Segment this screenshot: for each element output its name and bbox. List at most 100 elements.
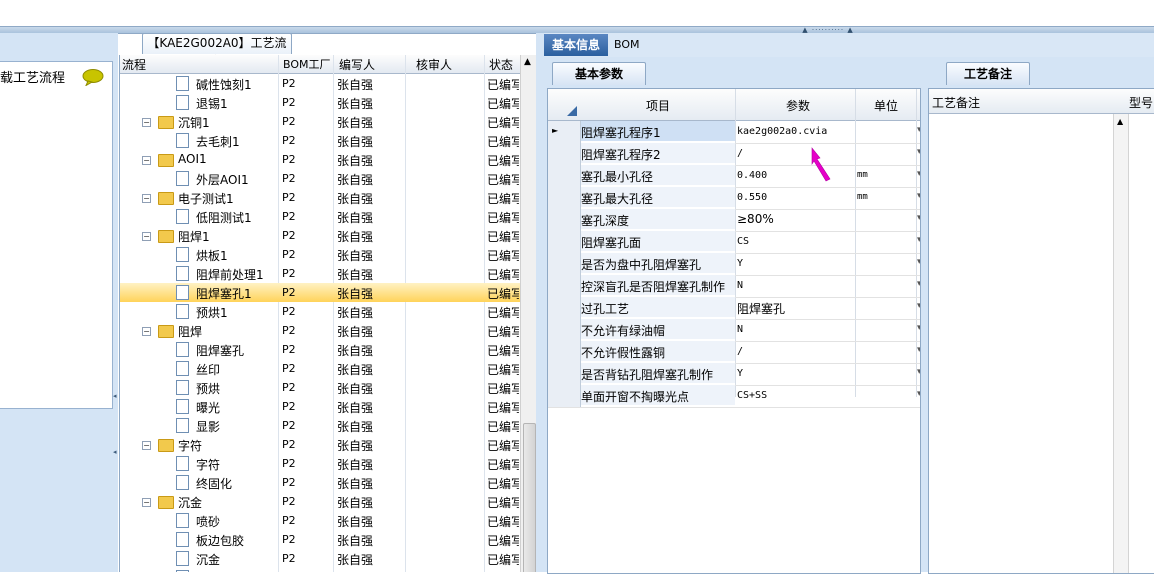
tree-row[interactable]: 水洗烘干P2张自强已编写 [120, 568, 520, 572]
scroll-thumb[interactable] [523, 423, 536, 572]
row-header[interactable] [548, 187, 581, 209]
col-header-unit[interactable]: 单位 [874, 97, 898, 114]
tree-node-label[interactable]: 曝光 [196, 399, 220, 416]
tree-node-label[interactable]: 阻焊1 [178, 228, 210, 245]
tree-row[interactable]: − AOI1 P2 张自强 已编写 [120, 150, 520, 169]
params-row[interactable]: 是否为盘中孔阻焊塞孔Y ▾ [548, 253, 920, 276]
tree-node-label[interactable]: 预烘1 [196, 304, 228, 321]
collapse-toggle-icon[interactable]: − [142, 115, 151, 129]
row-header[interactable] [548, 209, 581, 231]
tree-row[interactable]: 预烘 P2 张自强 已编写 [120, 378, 520, 397]
row-header[interactable] [548, 165, 581, 187]
scroll-up-icon[interactable]: ▲ [1117, 117, 1123, 126]
chevron-down-icon[interactable]: ▾ [917, 213, 920, 223]
value-cell[interactable]: Y [737, 368, 743, 379]
tree-row[interactable]: − 沉铜1 P2 张自强 已编写 [120, 112, 520, 131]
value-cell[interactable]: 0.550 [737, 192, 767, 203]
chevron-down-icon[interactable]: ▾ [917, 389, 920, 399]
tree-node-label[interactable]: 沉金 [178, 494, 202, 511]
chevron-down-icon[interactable]: ▾ [917, 367, 920, 377]
unit-cell[interactable]: mm [857, 192, 868, 202]
params-row[interactable]: 阻焊塞孔程序2/ ▾ [548, 143, 920, 166]
tree-node-label[interactable]: 沉铜1 [178, 114, 210, 131]
value-cell[interactable]: N [737, 280, 743, 291]
tab-bom[interactable]: BOM [614, 34, 654, 56]
params-row[interactable]: 不允许有绿油帽N ▾ [548, 319, 920, 342]
row-header[interactable] [548, 341, 581, 363]
col-header-bom[interactable]: BOM工厂 [283, 56, 331, 72]
tree-row[interactable]: 去毛刺1 P2 张自强 已编写 [120, 131, 520, 150]
collapse-toggle-icon[interactable]: − [142, 324, 151, 338]
chevron-down-icon[interactable]: ▾ [917, 147, 920, 157]
tree-row[interactable]: 终固化 P2 张自强 已编写 [120, 473, 520, 492]
chevron-down-icon[interactable]: ▾ [917, 279, 920, 289]
params-row[interactable]: ► 阻焊塞孔程序1kae2g002a0.cvia ▾ [548, 121, 920, 144]
note-scrollbar[interactable]: ▲ [1113, 114, 1129, 573]
tree-node-label[interactable]: AOI1 [178, 152, 207, 166]
params-row[interactable]: 过孔工艺阻焊塞孔 ▾ [548, 297, 920, 320]
value-cell[interactable]: ≥80% [737, 212, 774, 226]
params-row[interactable]: 塞孔最大孔径0.550 mm ▾ [548, 187, 920, 210]
tree-node-label[interactable]: 板边包胶 [196, 532, 244, 549]
value-cell[interactable]: CS+SS [737, 390, 767, 401]
tree-node-label[interactable]: 阻焊塞孔1 [196, 285, 252, 302]
params-row[interactable]: 塞孔最小孔径0.400 mm ▾ [548, 165, 920, 188]
row-header[interactable]: ► [548, 121, 581, 143]
row-header[interactable] [548, 297, 581, 319]
tree-node-label[interactable]: 退锡1 [196, 95, 228, 112]
params-row[interactable]: 控深盲孔是否阻焊塞孔制作N ▾ [548, 275, 920, 298]
value-cell[interactable]: 阻焊塞孔 [737, 300, 785, 317]
collapse-toggle-icon[interactable]: − [142, 229, 151, 243]
tree-row[interactable]: 碱性蚀刻1 P2 张自强 已编写 [120, 74, 520, 93]
tree-node-label[interactable]: 阻焊 [178, 323, 202, 340]
col-header-value[interactable]: 参数 [786, 97, 810, 114]
tree-row[interactable]: 退锡1 P2 张自强 已编写 [120, 93, 520, 112]
tree-row[interactable]: − 电子测试1 P2 张自强 已编写 [120, 188, 520, 207]
tree-node-label[interactable]: 电子测试1 [178, 190, 234, 207]
chevron-down-icon[interactable]: ▾ [917, 169, 920, 179]
tree-node-label[interactable]: 丝印 [196, 361, 220, 378]
chevron-down-icon[interactable]: ▾ [917, 301, 920, 311]
params-row[interactable]: 塞孔深度≥80% ▾ [548, 209, 920, 232]
value-cell[interactable]: kae2g002a0.cvia [737, 126, 827, 137]
tree-row[interactable]: 显影 P2 张自强 已编写 [120, 416, 520, 435]
row-header[interactable] [548, 143, 581, 165]
tree-row[interactable]: 预烘1 P2 张自强 已编写 [120, 302, 520, 321]
params-row[interactable]: 是否背钻孔阻焊塞孔制作Y ▾ [548, 363, 920, 386]
tree-node-label[interactable]: 去毛刺1 [196, 133, 240, 150]
tab-basic-info[interactable]: 基本信息 [544, 34, 608, 56]
tree-row[interactable]: − 字符 P2 张自强 已编写 [120, 435, 520, 454]
tree-node-label[interactable]: 碱性蚀刻1 [196, 76, 252, 93]
value-cell[interactable]: CS [737, 236, 749, 247]
value-cell[interactable]: / [737, 346, 743, 357]
col-header-note[interactable]: 工艺备注 [932, 94, 980, 111]
tree-node-label[interactable]: 显影 [196, 418, 220, 435]
tree-node-label[interactable]: 终固化 [196, 475, 232, 492]
scroll-up-icon[interactable]: ▲ [524, 57, 531, 67]
col-header-writer[interactable]: 编写人 [339, 56, 375, 73]
unit-cell[interactable]: mm [857, 170, 868, 180]
tree-row[interactable]: 丝印 P2 张自强 已编写 [120, 359, 520, 378]
chevron-down-icon[interactable]: ▾ [917, 345, 920, 355]
select-all-corner-icon[interactable] [567, 106, 577, 116]
params-row[interactable]: 不允许假性露铜/ ▾ [548, 341, 920, 364]
tree-row[interactable]: 烘板1 P2 张自强 已编写 [120, 245, 520, 264]
value-cell[interactable]: N [737, 324, 743, 335]
tree-node-label[interactable]: 烘板1 [196, 247, 228, 264]
tree-node-label[interactable]: 沉金 [196, 551, 220, 568]
tree-row[interactable]: 字符 P2 张自强 已编写 [120, 454, 520, 473]
tree-node-label[interactable]: 喷砂 [196, 513, 220, 530]
vertical-splitter[interactable] [536, 33, 544, 572]
row-header[interactable] [548, 231, 581, 253]
tree-row[interactable]: 阻焊前处理1 P2 张自强 已编写 [120, 264, 520, 283]
tree-row[interactable]: 喷砂 P2 张自强 已编写 [120, 511, 520, 530]
row-header[interactable] [548, 275, 581, 297]
tree-node-label[interactable]: 低阻测试1 [196, 209, 252, 226]
tree-node-label[interactable]: 阻焊塞孔 [196, 342, 244, 359]
chevron-down-icon[interactable]: ▾ [917, 323, 920, 333]
row-header[interactable] [548, 253, 581, 275]
col-header-reviewer[interactable]: 核审人 [416, 56, 452, 73]
tree-row[interactable]: 沉金 P2 张自强 已编写 [120, 549, 520, 568]
params-row[interactable]: 单面开窗不掏曝光点CS+SS ▾ [548, 385, 920, 408]
tree-row[interactable]: 低阻测试1 P2 张自强 已编写 [120, 207, 520, 226]
